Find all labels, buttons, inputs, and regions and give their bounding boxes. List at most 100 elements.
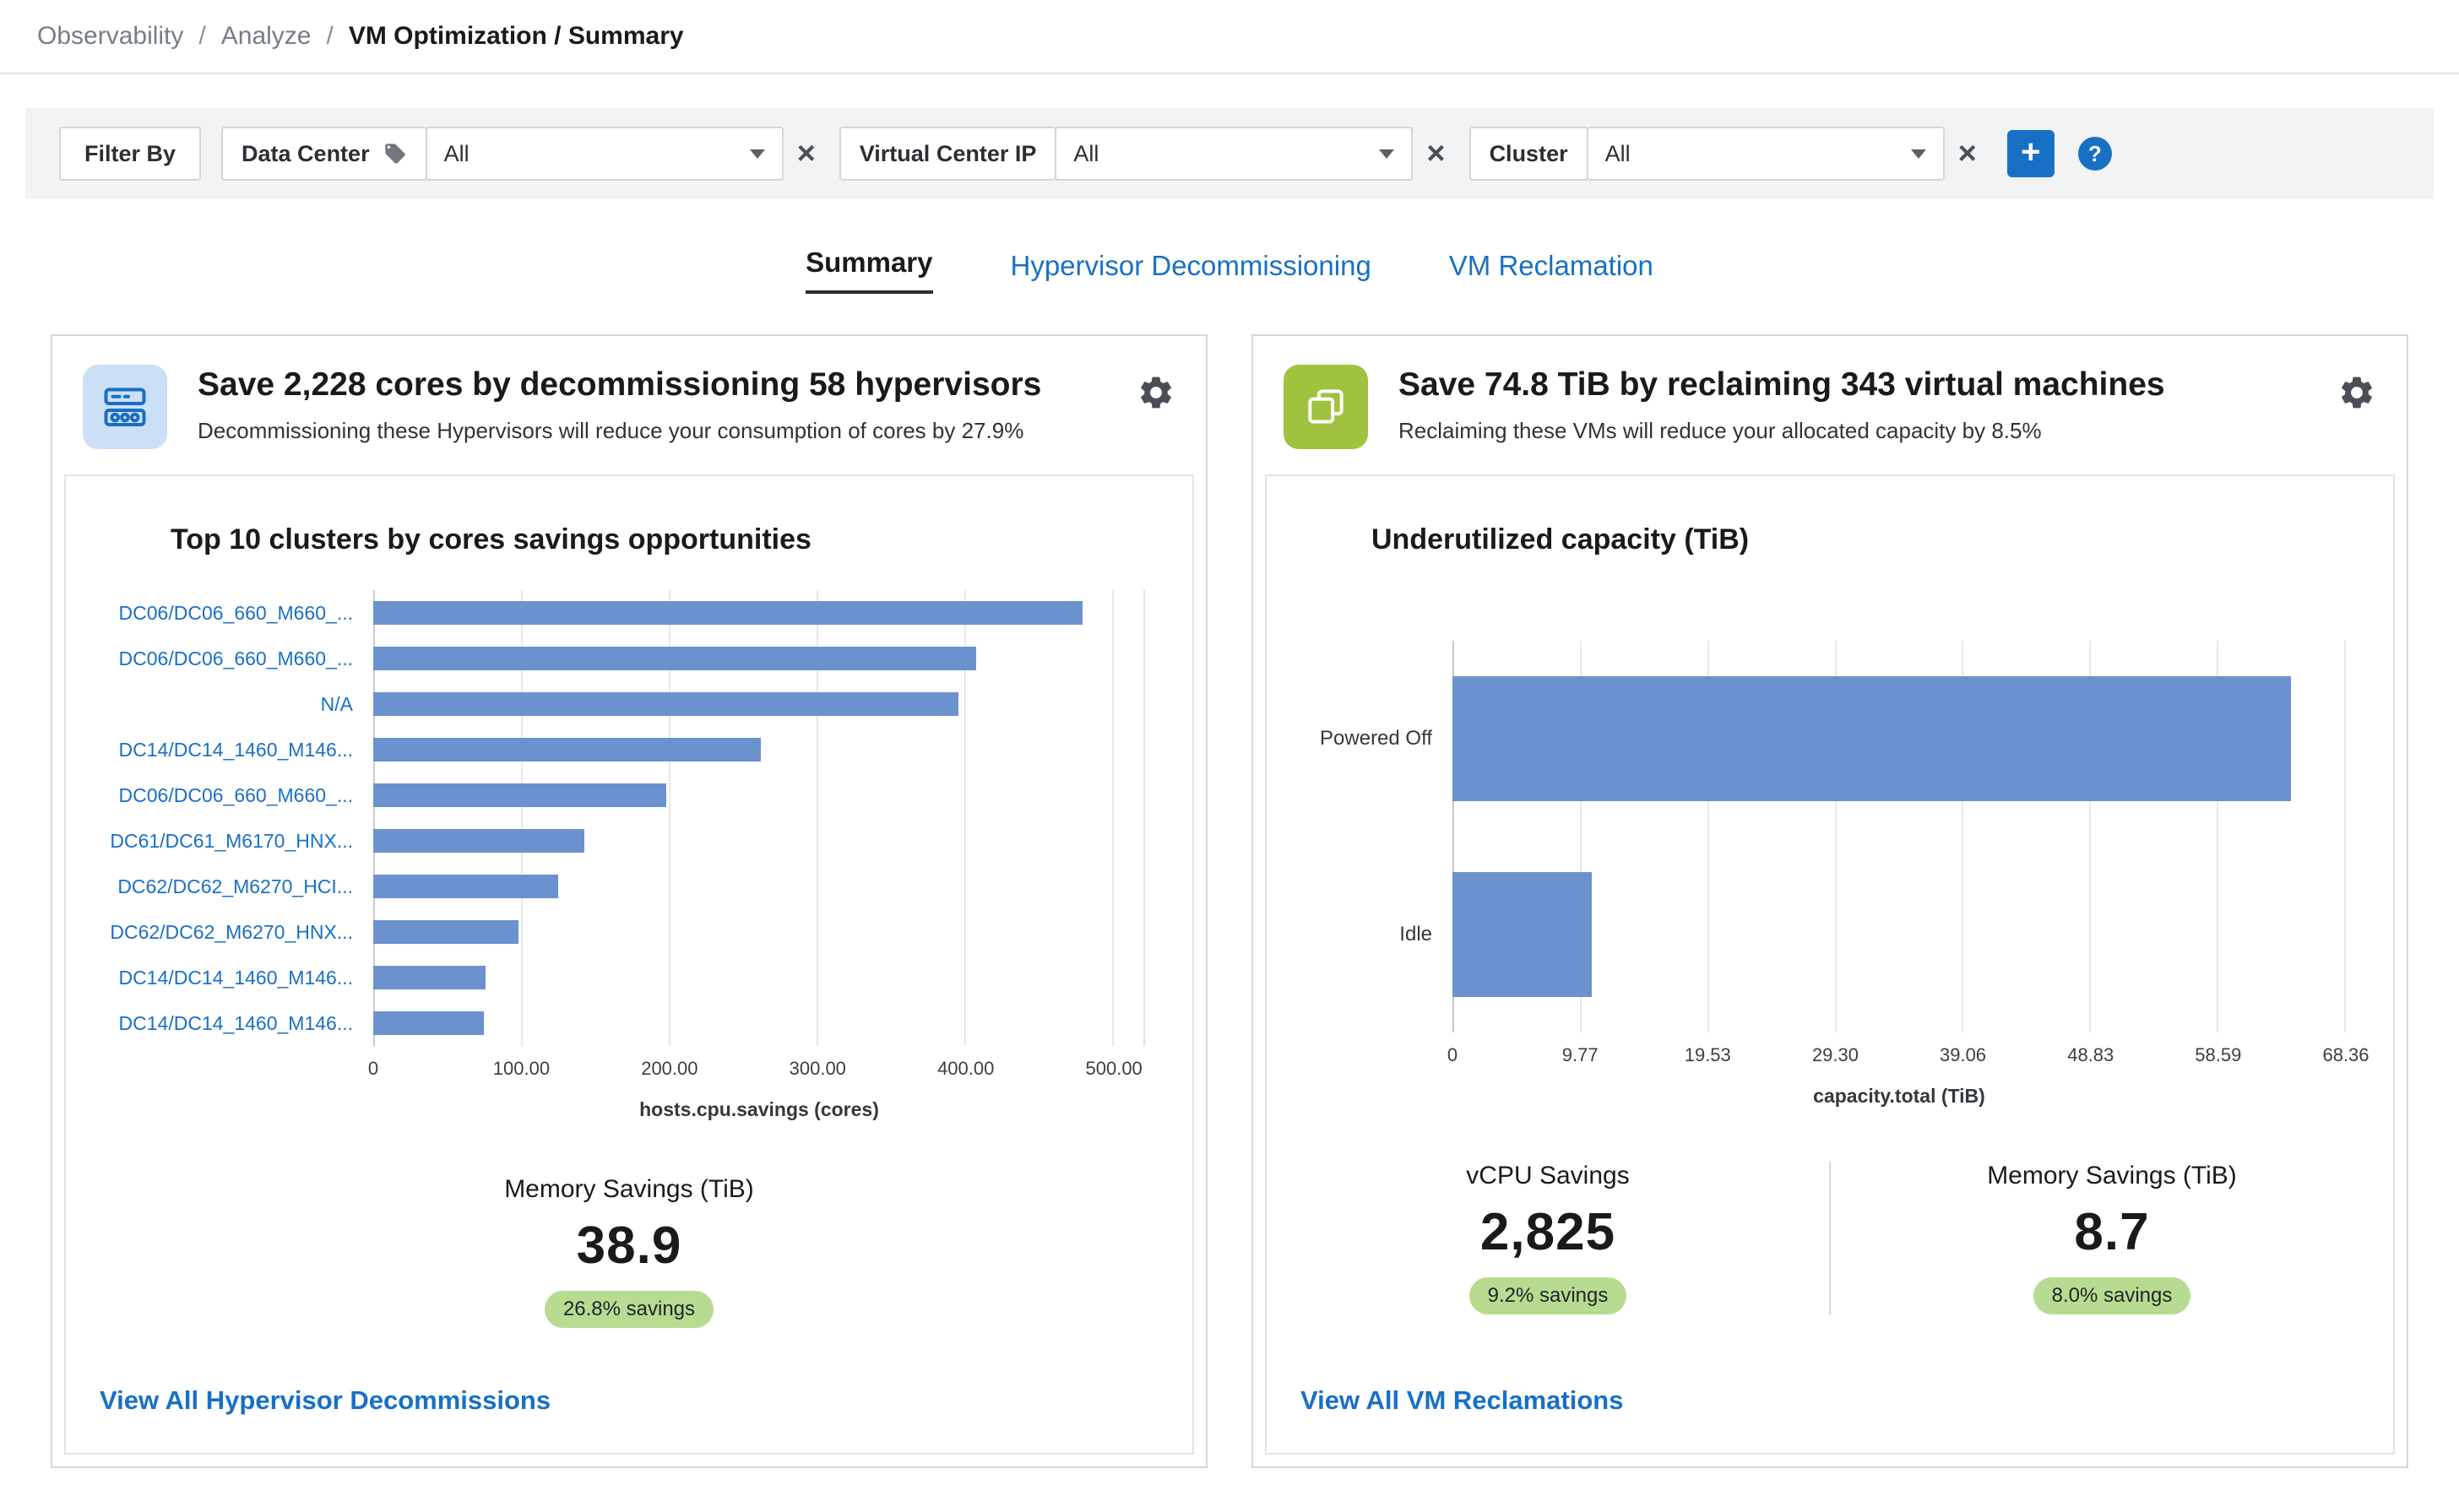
x-tick-label: 500.00 [1086,1058,1143,1080]
stat-value: 38.9 [504,1216,754,1276]
cluster-filter-label-text: Cluster [1490,141,1568,167]
stat-value: 8.7 [1851,1202,2373,1262]
chart-category-label[interactable]: DC62/DC62_M6270_HCI... [90,864,353,909]
chart-y-axis: Powered OffIdle [1290,641,1452,1032]
card-header-text: Save 2,228 cores by decommissioning 58 h… [198,365,1106,444]
breadcrumb-analyze[interactable]: Analyze [221,22,312,51]
chart-category-label[interactable]: DC06/DC06_660_M660_... [90,636,353,681]
bar [373,1011,484,1035]
bar-row [373,955,1143,1000]
stats-row: vCPU Savings 2,825 9.2% savings Memory S… [1267,1162,2393,1314]
cluster-select[interactable]: All [1587,127,1945,181]
tab-hypervisor-decommissioning[interactable]: Hypervisor Decommissioning [1011,250,1371,294]
spacer [90,1085,373,1121]
card-header: Save 74.8 TiB by reclaiming 343 virtual … [1253,336,2407,474]
x-tick-label: 9.77 [1562,1044,1599,1066]
virtual-center-ip-select[interactable]: All [1055,127,1413,181]
x-tick-label: 0 [368,1058,378,1080]
chart-category-label[interactable]: DC14/DC14_1460_M146... [90,727,353,772]
chart-category-label[interactable]: DC14/DC14_1460_M146... [90,1000,353,1046]
savings-badge: 9.2% savings [1469,1277,1627,1314]
gridline [2344,641,2346,1032]
chart-body: Powered OffIdle [1290,641,2346,1032]
filter-group-data-center: Data Center All × [221,127,822,181]
breadcrumb-separator: / [326,22,333,51]
bar-row [373,864,1143,909]
bar-row [373,818,1143,864]
chart-category-label[interactable]: DC14/DC14_1460_M146... [90,955,353,1000]
x-tick-label: 200.00 [641,1058,698,1080]
help-icon[interactable]: ? [2078,137,2112,171]
bar [373,738,761,761]
bar [373,875,558,898]
savings-badge: 26.8% savings [545,1291,714,1328]
spacer [1290,1032,1452,1071]
chart-x-ticks: 0100.00200.00300.00400.00500.00 [373,1058,1145,1085]
x-tick-label: 39.06 [1940,1044,1986,1066]
bar [1452,676,2291,801]
chart-plot-area [1452,641,2346,1032]
view-all-vm-reclamations-link[interactable]: View All VM Reclamations [1267,1328,2393,1453]
card-subtitle: Decommissioning these Hypervisors will r… [198,418,1106,444]
card-header-text: Save 74.8 TiB by reclaiming 343 virtual … [1398,365,2307,444]
stat-label: vCPU Savings [1287,1162,1809,1190]
virtual-center-ip-filter-label-text: Virtual Center IP [860,141,1037,167]
savings-badge: 8.0% savings [2033,1277,2191,1314]
card-body-panel: Underutilized capacity (TiB) Powered Off… [1265,474,2395,1455]
chart-category-label[interactable]: DC61/DC61_M6170_HNX... [90,818,353,864]
vm-icon [1284,365,1368,449]
filter-bar: Filter By Data Center All × Virtual Cent… [25,108,2434,199]
clear-cluster-filter-button[interactable]: × [1958,138,1977,170]
chart-x-label-row: hosts.cpu.savings (cores) [90,1085,1145,1121]
caret-down-icon [750,149,765,159]
data-center-filter-label: Data Center [221,127,427,181]
bar [373,647,976,670]
data-center-select[interactable]: All [426,127,784,181]
card-header: Save 2,228 cores by decommissioning 58 h… [52,336,1206,474]
card-title: Save 2,228 cores by decommissioning 58 h… [198,365,1106,406]
memory-savings-stat: Memory Savings (TiB) 8.7 8.0% savings [1829,1162,2393,1314]
clear-virtual-center-ip-filter-button[interactable]: × [1426,138,1445,170]
x-tick-label: 29.30 [1812,1044,1859,1066]
view-all-hypervisor-decommissions-link[interactable]: View All Hypervisor Decommissions [66,1328,1192,1453]
tab-vm-reclamation[interactable]: VM Reclamation [1449,250,1653,294]
bar-row [373,772,1143,818]
cluster-filter-label: Cluster [1469,127,1588,181]
chart-body: DC06/DC06_660_M660_...DC06/DC06_660_M660… [90,590,1145,1046]
gear-icon[interactable] [1137,373,1175,412]
bar [373,966,486,989]
chart-title: Underutilized capacity (TiB) [1371,523,2359,556]
x-tick-label: 400.00 [937,1058,994,1080]
bar [373,920,518,944]
bar-row [1452,641,2344,837]
tab-summary[interactable]: Summary [806,247,932,294]
cards-row: Save 2,228 cores by decommissioning 58 h… [51,334,2408,1468]
hypervisor-icon [83,365,167,449]
chart-category-label[interactable]: DC62/DC62_M6270_HNX... [90,909,353,955]
x-tick-label: 100.00 [493,1058,550,1080]
caret-down-icon [1911,149,1926,159]
bar [1452,872,1592,997]
breadcrumb-separator: / [198,22,205,51]
chart-category-label[interactable]: DC06/DC06_660_M660_... [90,590,353,636]
bar-row [1452,837,2344,1032]
vm-reclamation-card: Save 74.8 TiB by reclaiming 343 virtual … [1251,334,2408,1468]
chart-category-label: Powered Off [1290,641,1432,837]
breadcrumb-observability[interactable]: Observability [37,22,183,51]
virtual-center-ip-filter-label: Virtual Center IP [839,127,1057,181]
bar-row [373,909,1143,955]
bar [373,783,666,807]
data-center-select-value: All [444,141,470,167]
chart-category-label[interactable]: DC06/DC06_660_M660_... [90,772,353,818]
card-body-panel: Top 10 clusters by cores savings opportu… [64,474,1194,1455]
stat-label: Memory Savings (TiB) [504,1175,754,1204]
bar [373,692,958,716]
stat-value: 2,825 [1287,1202,1809,1262]
chart-category-label[interactable]: N/A [90,681,353,727]
chart-category-label: Idle [1290,837,1432,1032]
clear-data-center-filter-button[interactable]: × [797,138,816,170]
gear-icon[interactable] [2337,373,2376,412]
add-filter-button[interactable]: + [2007,130,2055,177]
x-tick-label: 19.53 [1685,1044,1731,1066]
filter-group-virtual-center-ip: Virtual Center IP All × [839,127,1452,181]
